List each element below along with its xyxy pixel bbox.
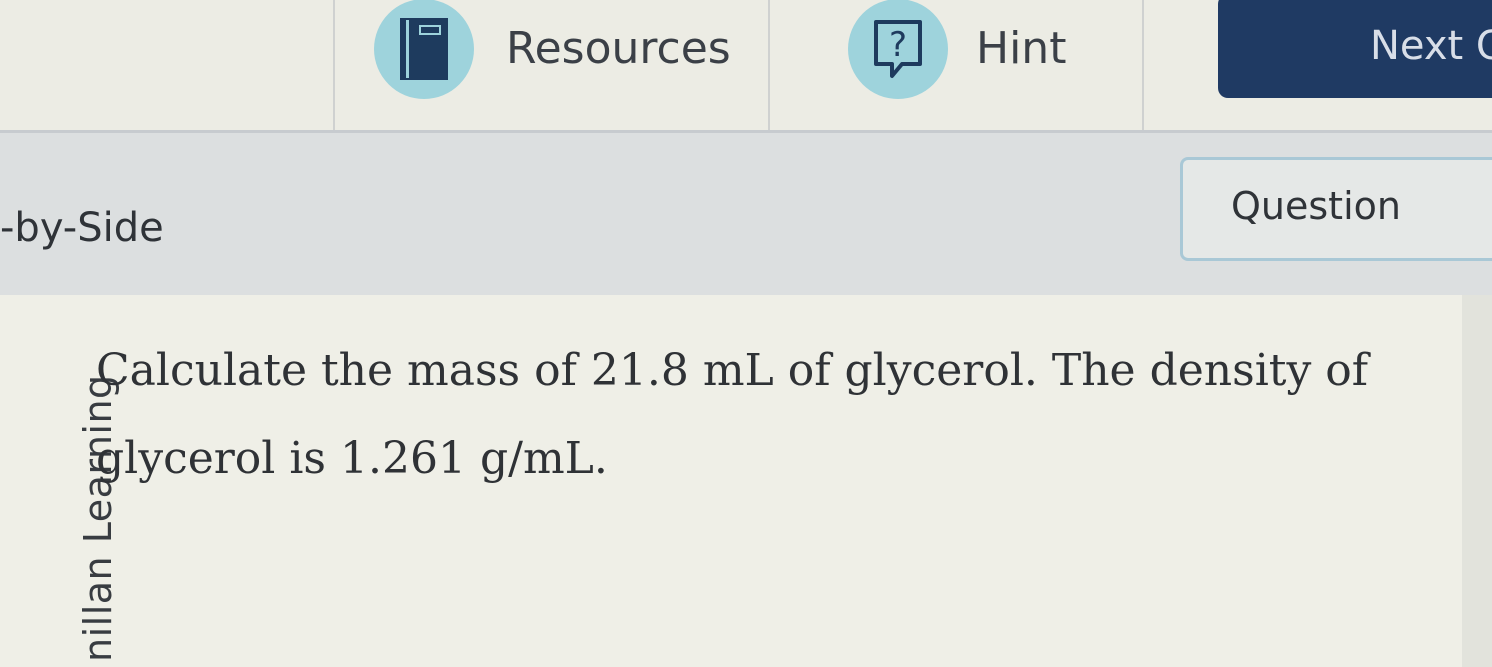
toolbar-divider bbox=[768, 0, 770, 130]
resources-icon-circle bbox=[374, 0, 474, 99]
svg-text:?: ? bbox=[889, 25, 907, 65]
book-icon bbox=[400, 17, 448, 80]
hint-button[interactable]: ? Hint bbox=[848, 0, 1067, 99]
panel-edge bbox=[1462, 295, 1492, 667]
next-question-button[interactable]: Next Q bbox=[1218, 0, 1492, 98]
toolbar-divider bbox=[1142, 0, 1144, 130]
resources-button[interactable]: Resources bbox=[374, 0, 731, 99]
toolbar-divider bbox=[333, 0, 335, 130]
resources-label: Resources bbox=[506, 23, 731, 74]
side-by-side-view-tab[interactable]: -by-Side bbox=[0, 205, 164, 251]
hint-icon-circle: ? bbox=[848, 0, 948, 99]
next-question-label: Next Q bbox=[1370, 23, 1492, 69]
question-line-2: glycerol is 1.261 g/mL. bbox=[96, 433, 608, 484]
question-line-1: Calculate the mass of 21.8 mL of glycero… bbox=[96, 345, 1369, 396]
question-mark-icon: ? bbox=[874, 19, 922, 78]
question-view-tab[interactable]: Question bbox=[1180, 157, 1492, 261]
question-view-label: Question bbox=[1231, 184, 1401, 228]
top-toolbar: Resources ? Hint Next Q bbox=[0, 0, 1492, 133]
hint-label: Hint bbox=[976, 23, 1067, 74]
question-text: Calculate the mass of 21.8 mL of glycero… bbox=[96, 327, 1436, 503]
